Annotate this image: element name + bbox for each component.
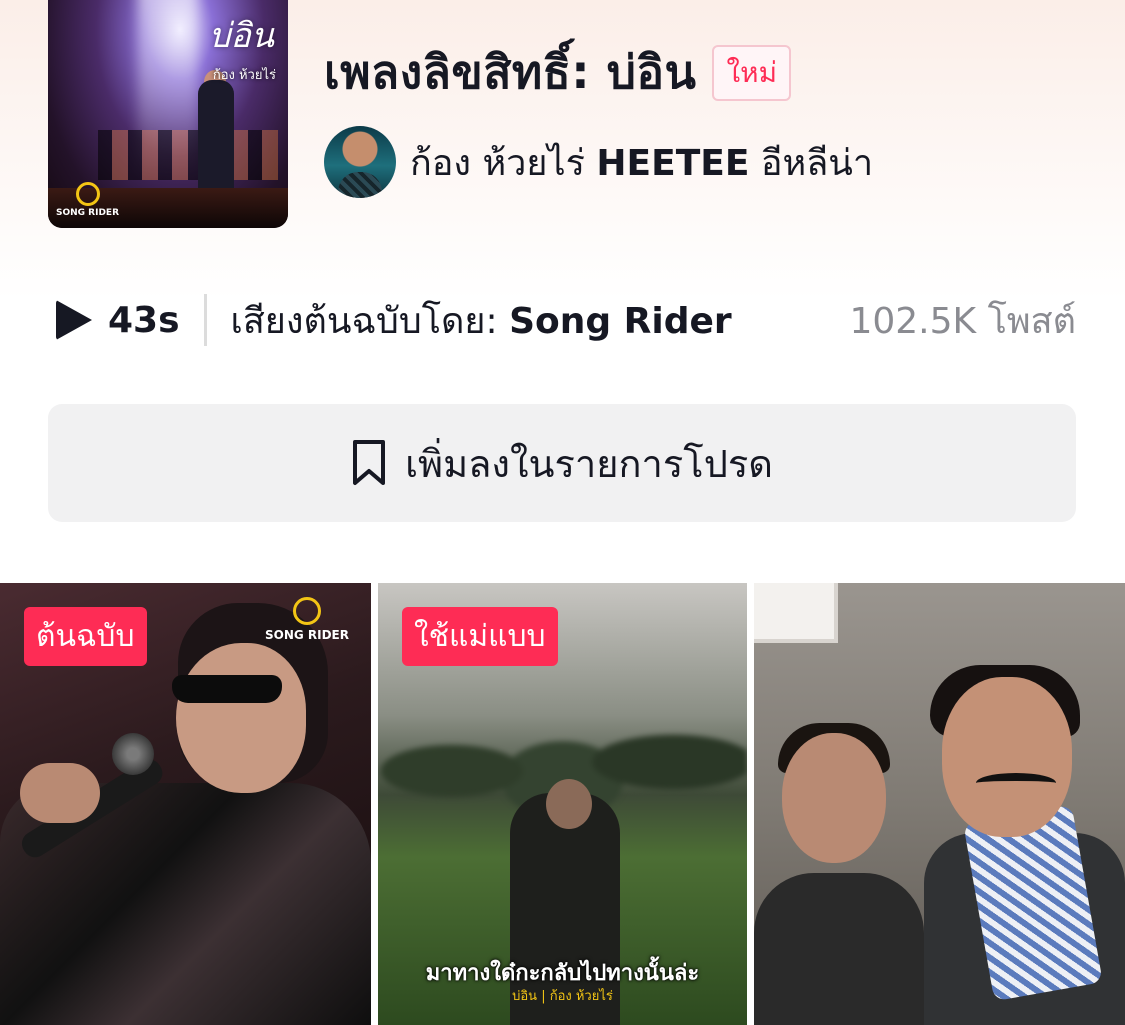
add-to-favorites-button[interactable]: เพิ่มลงในรายการโปรด bbox=[48, 404, 1076, 522]
video-grid: SONG RIDER ต้นฉบับ ใช้แม่แบบ มาทางใด๋กะก… bbox=[0, 583, 1125, 1025]
cover-logo-text: SONG RIDER bbox=[56, 208, 120, 218]
duration: 43s bbox=[108, 299, 180, 341]
person-1-face bbox=[782, 733, 886, 863]
band-silhouettes bbox=[98, 130, 278, 180]
artist-name-2: HEETEE bbox=[596, 142, 750, 184]
song-rider-logo: SONG RIDER bbox=[265, 597, 349, 642]
person-2-face bbox=[942, 677, 1072, 837]
avatar-shirt bbox=[338, 172, 382, 198]
sunglasses bbox=[172, 675, 282, 703]
divider bbox=[203, 294, 207, 346]
singer-face bbox=[176, 643, 306, 793]
original-sound-credit[interactable]: เสียงต้นฉบับโดย: Song Rider bbox=[231, 292, 732, 349]
original-tag: ต้นฉบับ bbox=[24, 607, 147, 666]
person-1-body bbox=[754, 873, 924, 1025]
add-to-favorites-label: เพิ่มลงในรายการโปรด bbox=[405, 441, 773, 486]
sound-meta-row: 43s เสียงต้นฉบับโดย: Song Rider 102.5K โ… bbox=[56, 290, 1076, 350]
title-row: เพลงลิขสิทธิ์: บ่อิน ใหม่ bbox=[324, 36, 792, 109]
template-tag: ใช้แม่แบบ bbox=[402, 607, 558, 666]
wall-picture-frame bbox=[754, 583, 838, 643]
sound-cover-art[interactable]: บ่อิน ก้อง ห้วยไร่ SONG RIDER bbox=[48, 0, 288, 228]
cover-logo: SONG RIDER bbox=[56, 182, 119, 218]
bookmark-icon bbox=[353, 440, 386, 485]
singer-hand bbox=[20, 763, 100, 823]
artist-names[interactable]: ก้อง ห้วยไร่ HEETEE อีหลีน่า bbox=[410, 134, 873, 191]
video-thumbnail-duet[interactable] bbox=[754, 583, 1125, 1025]
cover-subtitle: ก้อง ห้วยไร่ bbox=[212, 68, 276, 83]
origin-name: Song Rider bbox=[509, 300, 732, 342]
video-subcaption: บ่อิน | ก้อง ห้วยไร่ bbox=[512, 989, 613, 1004]
play-icon[interactable] bbox=[56, 300, 92, 340]
microphone-head bbox=[112, 733, 154, 775]
artist-avatar[interactable] bbox=[324, 126, 396, 198]
video-thumbnail-original[interactable]: SONG RIDER ต้นฉบับ bbox=[0, 583, 371, 1025]
new-badge: ใหม่ bbox=[712, 44, 792, 101]
artist-row[interactable]: ก้อง ห้วยไร่ HEETEE อีหลีน่า bbox=[324, 126, 873, 198]
video-thumbnail-template[interactable]: ใช้แม่แบบ มาทางใด๋กะกลับไปทางนั้นล่ะ บ่อ… bbox=[378, 583, 747, 1025]
origin-label: เสียงต้นฉบับโดย: bbox=[230, 300, 498, 342]
singer-figure bbox=[198, 80, 234, 200]
song-rider-logo-text: SONG RIDER bbox=[264, 628, 349, 642]
logo-ring-icon bbox=[292, 597, 321, 625]
artist-name-3: อีหลีน่า bbox=[760, 142, 874, 184]
cover-script-title: บ่อิน bbox=[208, 16, 274, 56]
painted-mustache bbox=[976, 773, 1056, 793]
logo-ring-icon bbox=[75, 182, 100, 206]
post-count: 102.5K โพสต์ bbox=[849, 300, 1076, 342]
sound-title: เพลงลิขสิทธิ์: บ่อิน bbox=[324, 45, 697, 99]
person-head bbox=[546, 779, 592, 829]
artist-name-1: ก้อง ห้วยไร่ bbox=[410, 142, 585, 184]
